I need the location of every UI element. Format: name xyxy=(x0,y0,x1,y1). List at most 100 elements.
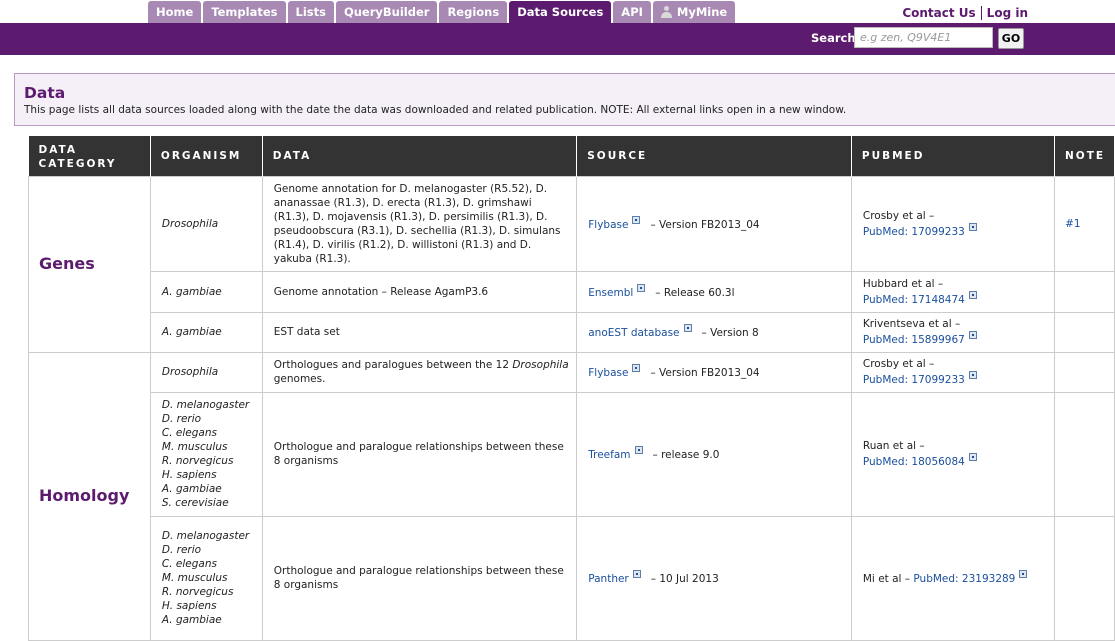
data-cell: EST data set xyxy=(261,311,578,353)
organism-name: R. norvegicus xyxy=(161,455,234,467)
organism-cell: A. gambiae xyxy=(149,311,263,353)
data-description: Genome annotation for D. melanogaster (R… xyxy=(273,182,561,265)
column-header-data: DATA xyxy=(262,136,578,176)
pubmed-link[interactable]: PubMed: 17148474 xyxy=(863,294,965,306)
note-cell xyxy=(1054,270,1115,313)
pubmed-link[interactable]: PubMed: 15899967 xyxy=(863,334,965,346)
source-version: – release 9.0 xyxy=(652,449,720,461)
pubmed-cell: Crosby et al – PubMed: 17099233 xyxy=(850,351,1056,393)
source-cell: Flybase – Version FB2013_04 xyxy=(576,351,852,393)
pub-author: Crosby et al – xyxy=(862,358,935,370)
data-genus: Drosophila xyxy=(512,359,569,371)
organism-name: S. cerevisiae xyxy=(161,497,229,509)
note-link[interactable]: #1 xyxy=(1065,218,1080,230)
tab-data-sources[interactable]: Data Sources xyxy=(509,1,612,23)
external-link-icon[interactable] xyxy=(632,364,641,372)
organism-name: A. gambiae xyxy=(161,285,222,298)
organism-name: A. gambiae xyxy=(161,483,222,495)
organism-name: C. elegans xyxy=(161,427,217,439)
column-header-pubmed: PUBMED xyxy=(851,136,1056,176)
pubmed-cell: Mi et al – PubMed: 23193289 xyxy=(850,515,1056,641)
tab-label: Templates xyxy=(211,5,278,19)
organism-name: C. elegans xyxy=(161,558,217,570)
tab-label: Lists xyxy=(295,5,326,19)
tab-lists[interactable]: Lists xyxy=(287,1,334,23)
source-version: – Version FB2013_04 xyxy=(650,367,760,379)
tab-mymine[interactable]: MyMine xyxy=(652,1,736,23)
pubmed-link[interactable]: PubMed: 17099233 xyxy=(863,226,965,238)
source-cell: anoEST database – Version 8 xyxy=(576,311,852,353)
search-label: Search: xyxy=(811,31,861,45)
source-link[interactable]: Treefam xyxy=(588,449,630,461)
pubmed-cell: Hubbard et al – PubMed: 17148474 xyxy=(850,270,1056,313)
data-description: EST data set xyxy=(273,326,340,338)
pub-author: Hubbard et al – xyxy=(862,277,944,290)
data-cell: Genome annotation for D. melanogaster (R… xyxy=(261,175,578,272)
organism-cell: Drosophila xyxy=(149,351,263,393)
user-icon xyxy=(660,6,672,18)
tab-home[interactable]: Home xyxy=(148,1,202,23)
note-cell xyxy=(1054,311,1115,353)
go-button[interactable]: GO xyxy=(998,28,1024,49)
source-link[interactable]: Flybase xyxy=(588,219,628,231)
organism-name: D. rerio xyxy=(161,544,202,556)
external-link-icon[interactable] xyxy=(968,453,977,461)
external-link-icon[interactable] xyxy=(632,215,641,224)
account-links: Contact Us Log in xyxy=(902,6,1028,20)
source-link[interactable]: Panther xyxy=(588,573,629,585)
data-description: Orthologue and paralogue relationships b… xyxy=(273,565,564,591)
organism-cell: D. melanogaster D. rerio C. elegans M. m… xyxy=(149,391,263,517)
tab-label: QueryBuilder xyxy=(343,5,430,19)
data-cell: Orthologue and paralogue relationships b… xyxy=(261,391,578,517)
organism-name: A. gambiae xyxy=(161,614,222,626)
page-title: Data xyxy=(24,84,66,102)
table-header-row: DATA CATEGORY ORGANISM DATA SOURCE PUBME… xyxy=(28,136,1115,176)
organism-name: M. musculus xyxy=(161,441,228,453)
table-row: Homology Drosophila Orthologues and para… xyxy=(28,351,1115,641)
external-link-icon[interactable] xyxy=(968,290,977,299)
pub-author: Ruan et al – xyxy=(862,440,925,452)
source-link[interactable]: Flybase xyxy=(588,367,628,379)
external-link-icon[interactable] xyxy=(632,570,641,578)
external-link-icon[interactable] xyxy=(637,283,646,292)
contact-us-link[interactable]: Contact Us xyxy=(902,6,975,20)
source-link[interactable]: Ensembl xyxy=(588,287,633,299)
search-input[interactable] xyxy=(854,27,993,48)
source-version: – Version 8 xyxy=(701,327,759,339)
category-homology: Homology xyxy=(28,351,151,641)
source-link[interactable]: anoEST database xyxy=(588,327,679,339)
table-row: D. melanogaster D. rerio C. elegans M. m… xyxy=(29,515,1115,641)
pub-author: Mi et al – xyxy=(862,573,911,585)
data-cell: Genome annotation – Release AgamP3.6 xyxy=(261,270,578,313)
external-link-icon[interactable] xyxy=(968,331,977,339)
tab-label: Home xyxy=(156,5,194,19)
source-cell: Treefam – release 9.0 xyxy=(576,391,852,517)
page-intro: Data This page lists all data sources lo… xyxy=(14,73,1115,126)
pub-author: Kriventseva et al – xyxy=(862,318,961,330)
tab-regions[interactable]: Regions xyxy=(439,1,508,23)
tab-templates[interactable]: Templates xyxy=(203,1,286,23)
external-link-icon[interactable] xyxy=(634,446,643,454)
tab-querybuilder[interactable]: QueryBuilder xyxy=(335,1,438,23)
external-link-icon[interactable] xyxy=(683,324,692,332)
column-header-category: DATA CATEGORY xyxy=(28,136,151,176)
external-link-icon[interactable] xyxy=(968,222,977,231)
pubmed-link[interactable]: PubMed: 18056084 xyxy=(863,456,965,468)
nav-tabs: Home Templates Lists QueryBuilder Region… xyxy=(148,1,737,23)
table-row: D. melanogaster D. rerio C. elegans M. m… xyxy=(29,391,1115,517)
note-cell xyxy=(1054,391,1115,517)
note-cell xyxy=(1054,351,1115,393)
source-cell: Ensembl – Release 60.3l xyxy=(576,270,852,313)
organism-name: D. melanogaster xyxy=(161,530,250,542)
external-link-icon[interactable] xyxy=(968,371,977,379)
tab-api[interactable]: API xyxy=(613,1,651,23)
organism-name: D. melanogaster xyxy=(161,399,250,411)
organism-name: R. norvegicus xyxy=(161,586,234,598)
external-link-icon[interactable] xyxy=(1019,570,1028,578)
column-header-note: NOTE xyxy=(1054,136,1115,176)
organism-name: A. gambiae xyxy=(161,326,222,338)
source-cell: Panther – 10 Jul 2013 xyxy=(576,515,852,641)
pubmed-link[interactable]: PubMed: 23193289 xyxy=(913,573,1015,585)
pubmed-link[interactable]: PubMed: 17099233 xyxy=(863,374,965,386)
login-link[interactable]: Log in xyxy=(987,6,1028,20)
